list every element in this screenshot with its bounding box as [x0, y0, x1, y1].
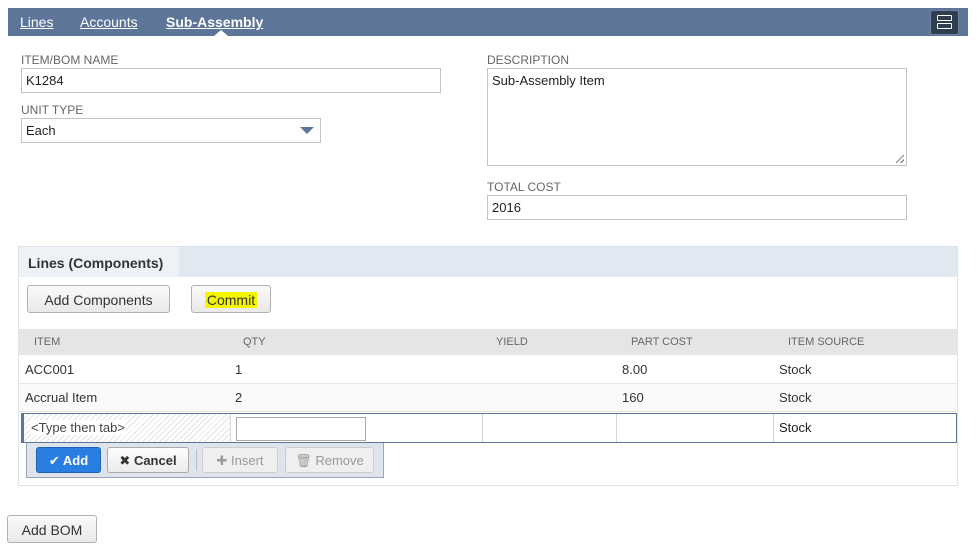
dropdown-arrow-icon[interactable] [300, 127, 314, 134]
tab-sub-assembly[interactable]: Sub-Assembly [166, 14, 263, 30]
col-part-cost[interactable]: PART COST [631, 336, 693, 348]
cell-qty: 1 [235, 362, 243, 377]
item-entry-placeholder: <Type then tab> [31, 420, 125, 435]
column-header-row: ITEM QTY YIELD PART COST ITEM SOURCE [19, 329, 957, 355]
total-cost-label: TOTAL COST [487, 180, 561, 194]
col-item[interactable]: ITEM [34, 336, 60, 348]
add-components-button[interactable]: Add Components [27, 285, 170, 313]
tab-accounts[interactable]: Accounts [80, 14, 138, 30]
table-row[interactable]: Accrual Item 2 160 Stock [19, 384, 957, 412]
insert-line-label: Insert [231, 453, 264, 468]
cell-part-cost: 160 [622, 390, 644, 405]
description-textarea[interactable]: Sub-Assembly Item [487, 68, 907, 166]
item-entry-cell[interactable]: <Type then tab> [24, 414, 231, 442]
cell-part-cost: 8.00 [622, 362, 648, 377]
components-sublist: Lines (Components) Add Components Commit… [18, 246, 958, 486]
cell-item: ACC001 [25, 362, 75, 377]
cell-qty: 2 [235, 390, 243, 405]
cancel-line-label: Cancel [133, 453, 177, 468]
add-bom-button[interactable]: Add BOM [7, 515, 97, 543]
check-icon: ✔ [48, 453, 60, 468]
insert-line-button[interactable]: ✚ Insert [202, 447, 278, 473]
description-label: DESCRIPTION [487, 53, 570, 67]
tab-lines[interactable]: Lines [20, 14, 53, 30]
remove-line-button[interactable]: 🗑 Remove [285, 447, 374, 473]
cancel-line-button[interactable]: ✖ Cancel [107, 447, 189, 473]
col-yield[interactable]: YIELD [496, 336, 528, 348]
trash-icon: 🗑 [295, 453, 312, 468]
unit-type-label: UNIT TYPE [21, 103, 84, 117]
view-toggle-icon[interactable] [930, 10, 959, 35]
sublist-header: Lines (Components) [19, 247, 957, 277]
unit-type-value: Each [26, 123, 56, 138]
plus-icon: ✚ [216, 453, 228, 468]
resize-grip-icon[interactable] [896, 155, 904, 163]
table-row[interactable]: ACC001 1 8.00 Stock [19, 356, 957, 384]
total-cost-field[interactable]: 2016 [487, 195, 907, 220]
cell-item: Accrual Item [25, 390, 98, 405]
close-icon: ✖ [119, 453, 131, 468]
cell-item-source: Stock [779, 362, 812, 377]
cell-item-source: Stock [779, 390, 812, 405]
commit-label: Commit [204, 292, 258, 308]
edit-row: <Type then tab> Stock [21, 413, 957, 443]
col-item-source[interactable]: ITEM SOURCE [788, 336, 864, 348]
qty-input[interactable] [236, 417, 366, 441]
item-name-field[interactable]: K1284 [21, 68, 441, 93]
item-name-label: ITEM/BOM NAME [21, 53, 119, 67]
subtab-bar: Lines Accounts Sub-Assembly [8, 8, 968, 36]
description-value: Sub-Assembly Item [492, 73, 605, 88]
line-action-bar: ✔ Add ✖ Cancel ✚ Insert 🗑 Remove [26, 443, 384, 478]
add-line-label: Add [62, 453, 89, 468]
commit-button[interactable]: Commit [191, 285, 271, 313]
unit-type-select[interactable]: Each [21, 118, 321, 143]
add-line-button[interactable]: ✔ Add [36, 447, 101, 473]
divider [196, 449, 197, 471]
edit-item-source[interactable]: Stock [779, 420, 812, 435]
active-tab-caret [214, 30, 228, 36]
col-qty[interactable]: QTY [243, 336, 266, 348]
tab-lines-components[interactable]: Lines (Components) [19, 247, 179, 277]
remove-line-label: Remove [315, 453, 364, 468]
